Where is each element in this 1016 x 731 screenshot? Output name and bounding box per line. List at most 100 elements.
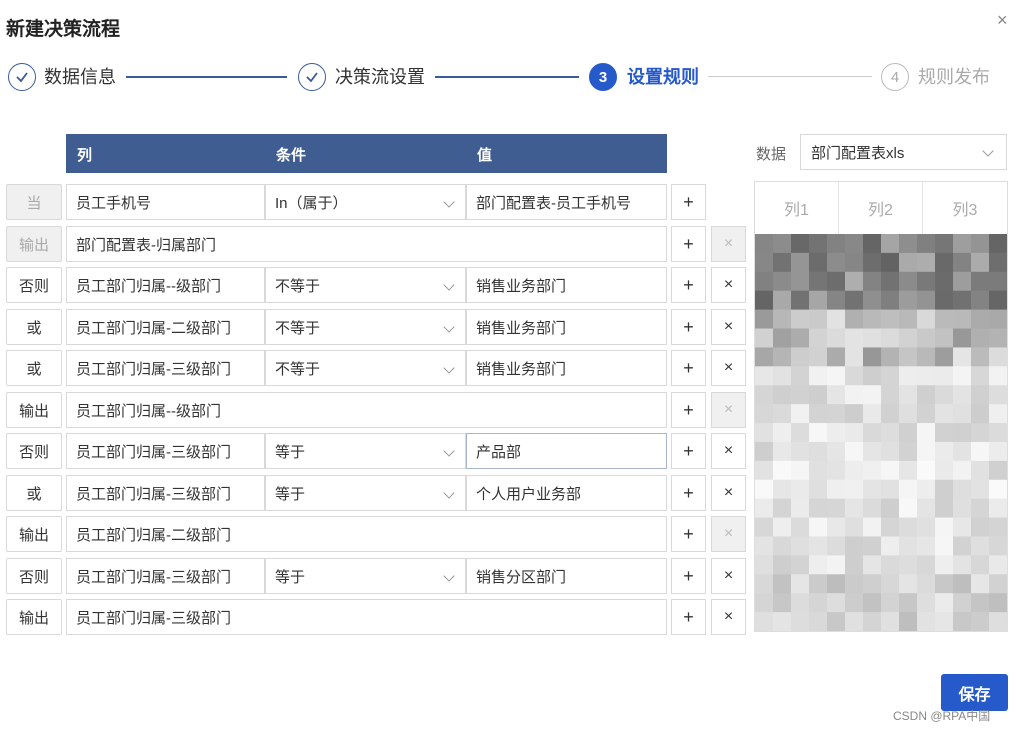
preview-pixel [791, 517, 810, 537]
condition-select[interactable]: 不等于 [265, 350, 466, 386]
rule-type-tag[interactable]: 输出 [6, 516, 62, 552]
condition-select[interactable]: 等于 [265, 558, 466, 594]
add-row-button[interactable]: + [671, 599, 706, 635]
rule-type-tag[interactable]: 否则 [6, 433, 62, 469]
rule-type-tag[interactable]: 或 [6, 350, 62, 386]
rule-type-tag[interactable]: 否则 [6, 558, 62, 594]
preview-pixel [881, 574, 900, 594]
preview-pixel [917, 517, 936, 537]
preview-pixel [827, 536, 846, 556]
preview-pixel [899, 612, 918, 631]
column-field[interactable]: 员工部门归属-二级部门 [66, 309, 265, 345]
preview-pixel [809, 593, 828, 613]
condition-select[interactable]: In（属于） [265, 184, 466, 220]
output-field[interactable]: 员工部门归属-二级部门 [66, 516, 667, 552]
preview-pixel [935, 328, 954, 348]
add-row-button[interactable]: + [671, 267, 706, 303]
value-field[interactable]: 销售业务部门 [466, 350, 667, 386]
preview-pixel [809, 423, 828, 443]
delete-row-button[interactable]: × [711, 226, 746, 262]
add-row-button[interactable]: + [671, 184, 706, 220]
delete-row-button[interactable]: × [711, 433, 746, 469]
preview-pixel [791, 252, 810, 273]
preview-pixel [971, 271, 990, 292]
rule-type-tag[interactable]: 当 [6, 184, 62, 220]
column-field[interactable]: 员工部门归属--级部门 [66, 267, 265, 303]
preview-pixel [881, 385, 900, 405]
output-field[interactable]: 员工部门归属-三级部门 [66, 599, 667, 635]
value-field[interactable]: 个人用户业务部 [466, 475, 667, 511]
rule-type-tag[interactable]: 输出 [6, 226, 62, 262]
preview-pixel [791, 460, 810, 481]
preview-pixel [899, 404, 918, 424]
value-field[interactable]: 销售分区部门 [466, 558, 667, 594]
delete-row-button[interactable]: × [711, 599, 746, 635]
data-source-select[interactable]: 部门配置表xls [800, 134, 1007, 170]
preview-pixel [917, 460, 936, 481]
preview-pixel [809, 460, 828, 481]
output-field[interactable]: 员工部门归属--级部门 [66, 392, 667, 428]
column-field[interactable]: 员工部门归属-三级部门 [66, 433, 265, 469]
condition-select[interactable]: 等于 [265, 475, 466, 511]
condition-select[interactable]: 等于 [265, 433, 466, 469]
rule-type-tag[interactable]: 否则 [6, 267, 62, 303]
add-row-button[interactable]: + [671, 350, 706, 386]
preview-pixel [755, 555, 774, 575]
column-field[interactable]: 员工部门归属-三级部门 [66, 558, 265, 594]
condition-select[interactable]: 不等于 [265, 309, 466, 345]
delete-row-button[interactable]: × [711, 267, 746, 303]
preview-pixel [791, 423, 810, 443]
preview-pixel [953, 234, 972, 254]
value-field[interactable]: 部门配置表-员工手机号 [466, 184, 667, 220]
preview-pixel [809, 290, 828, 311]
add-row-button[interactable]: + [671, 558, 706, 594]
column-field[interactable]: 员工部门归属-三级部门 [66, 475, 265, 511]
preview-pixel [935, 555, 954, 575]
rule-type-tag[interactable]: 或 [6, 309, 62, 345]
delete-row-button[interactable]: × [711, 350, 746, 386]
preview-pixel [953, 404, 972, 424]
preview-pixel [809, 385, 828, 405]
preview-pixel [791, 536, 810, 556]
preview-pixel [863, 479, 882, 500]
condition-select[interactable]: 不等于 [265, 267, 466, 303]
preview-pixel [773, 271, 792, 292]
save-button[interactable]: 保存 [941, 674, 1008, 711]
delete-row-button[interactable]: × [711, 309, 746, 345]
add-row-button[interactable]: + [671, 516, 706, 552]
value-field[interactable]: 产品部 [466, 433, 667, 469]
preview-pixel [971, 441, 990, 462]
add-row-button[interactable]: + [671, 309, 706, 345]
add-row-button[interactable]: + [671, 475, 706, 511]
preview-pixel [863, 536, 882, 556]
preview-pixel [827, 460, 846, 481]
preview-pixel [953, 366, 972, 386]
output-field[interactable]: 部门配置表-归属部门 [66, 226, 667, 262]
add-row-button[interactable]: + [671, 392, 706, 428]
chevron-down-icon [443, 487, 455, 499]
preview-pixel [935, 252, 954, 273]
preview-pixel [917, 498, 936, 519]
column-field[interactable]: 员工手机号 [66, 184, 265, 220]
rule-row: 否则 员工部门归属-三级部门 等于 产品部 + × [6, 433, 746, 469]
preview-pixel [827, 441, 846, 462]
value-field[interactable]: 销售业务部门 [466, 267, 667, 303]
delete-row-button[interactable]: × [711, 475, 746, 511]
close-icon[interactable]: × [997, 10, 1008, 30]
add-row-button[interactable]: + [671, 433, 706, 469]
rule-type-tag[interactable]: 或 [6, 475, 62, 511]
rule-type-tag[interactable]: 输出 [6, 599, 62, 635]
rule-type-tag[interactable]: 输出 [6, 392, 62, 428]
delete-row-button[interactable]: × [711, 558, 746, 594]
chevron-down-icon [443, 279, 455, 291]
preview-pixel [935, 366, 954, 386]
preview-pixel [881, 441, 900, 462]
add-row-button[interactable]: + [671, 226, 706, 262]
delete-row-button[interactable]: × [711, 516, 746, 552]
preview-pixel [809, 498, 828, 519]
column-field[interactable]: 员工部门归属-三级部门 [66, 350, 265, 386]
value-field[interactable]: 销售业务部门 [466, 309, 667, 345]
preview-pixel [863, 252, 882, 273]
delete-row-button[interactable]: × [711, 392, 746, 428]
header-condition: 条件 [276, 147, 307, 164]
